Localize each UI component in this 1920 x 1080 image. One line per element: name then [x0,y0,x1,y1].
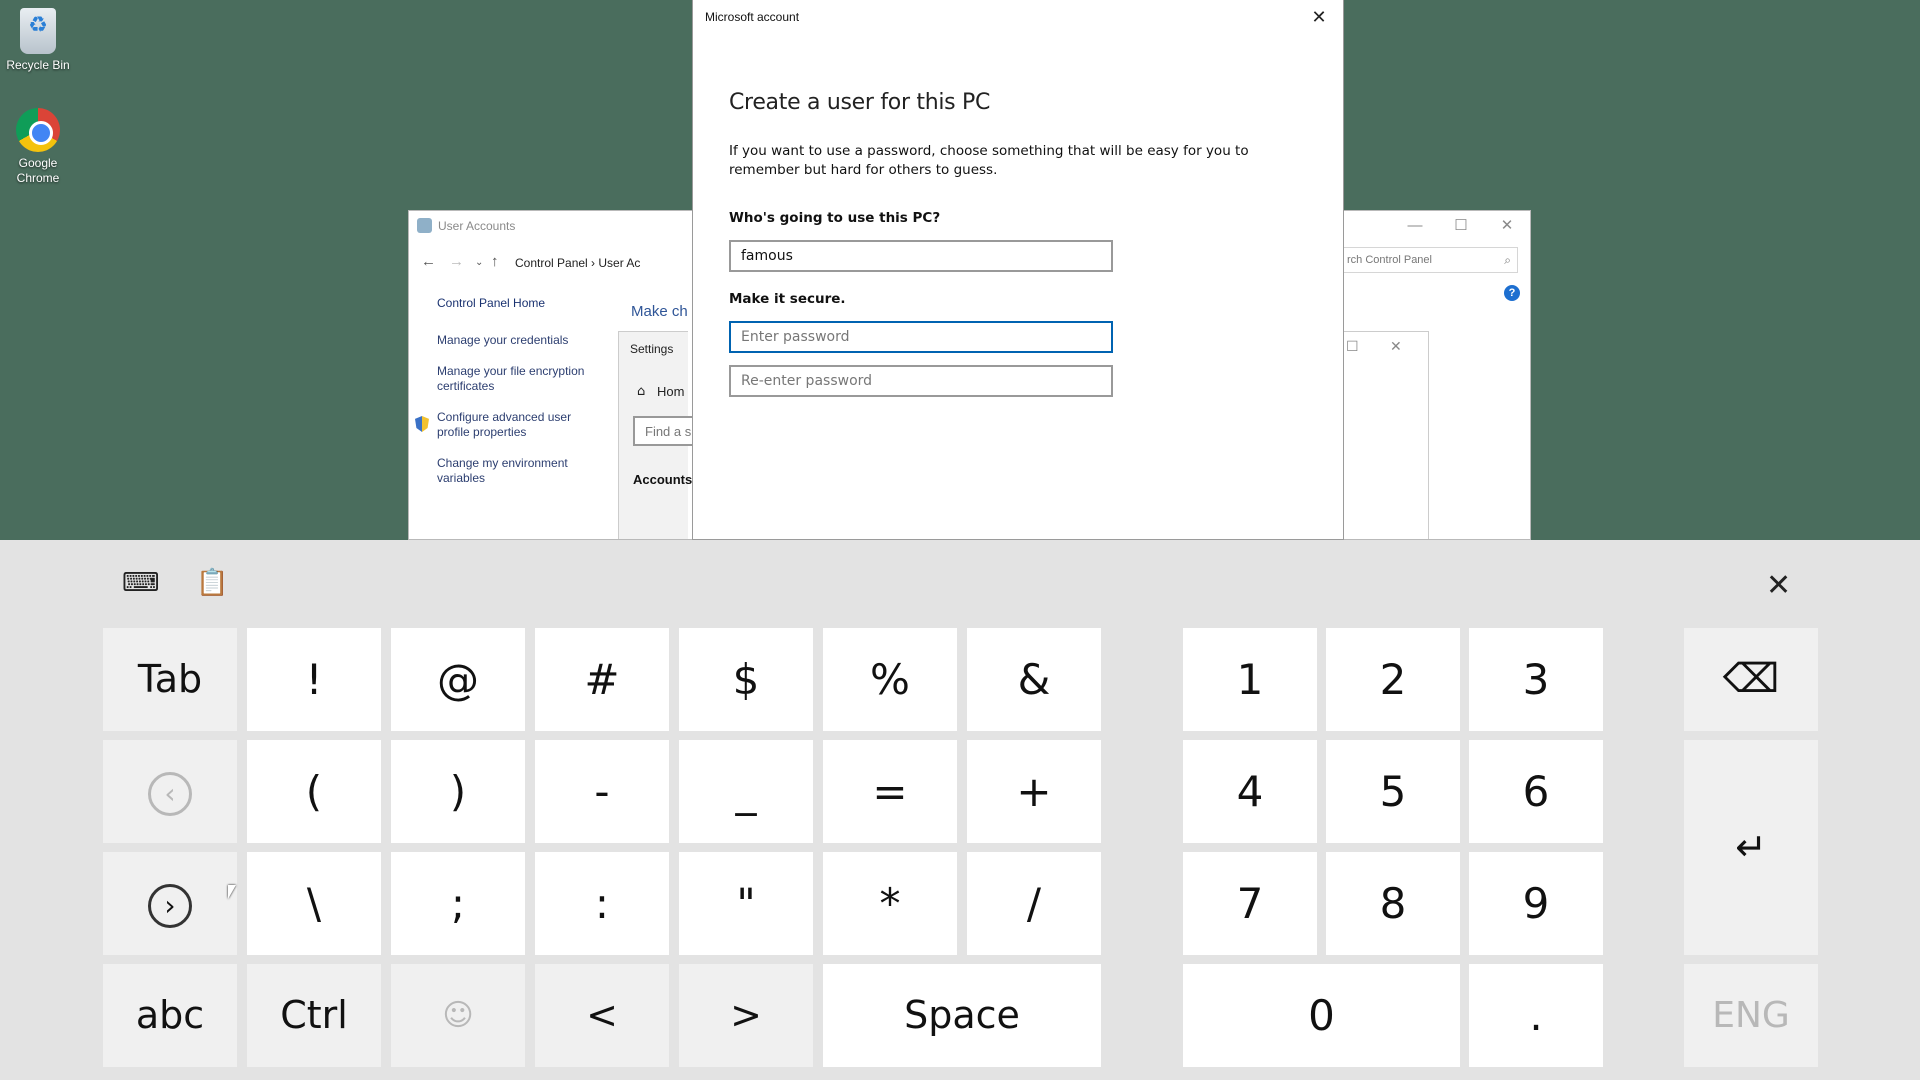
settings-accounts-heading: Accounts [633,472,693,487]
key-2[interactable]: 2 [1326,628,1460,731]
ua-main-heading: Make ch [631,303,688,320]
forward-arrow-icon[interactable]: → [449,253,464,270]
key-backslash[interactable]: \ [247,852,381,955]
close-keyboard-icon[interactable]: ✕ [1766,568,1791,603]
search-placeholder: rch Control Panel [1347,254,1432,266]
control-panel-home-link[interactable]: Control Panel Home [437,296,587,311]
key-left-arrow[interactable]: < [535,964,669,1067]
backspace-icon: ⌫ [1722,656,1780,702]
key-emoji[interactable]: ☺ [391,964,525,1067]
chrome-icon [16,108,60,152]
ua-title: User Accounts [438,219,516,233]
close-icon[interactable]: ✕ [1390,338,1402,355]
chevron-right-circle-icon: › [148,883,192,928]
recycle-bin-label: Recycle Bin [6,58,70,72]
key-asterisk[interactable]: * [823,852,957,955]
key-percent[interactable]: % [823,628,957,731]
key-7[interactable]: 7 [1183,852,1317,955]
search-icon: ⌕ [1504,253,1511,267]
settings-home-label: Hom [657,384,685,399]
recent-chevron-icon[interactable]: ⌄ [475,257,483,268]
key-4[interactable]: 4 [1183,740,1317,843]
clipboard-icon[interactable]: 📋 [196,568,228,598]
key-ctrl[interactable]: Ctrl [247,964,381,1067]
key-0[interactable]: 0 [1183,964,1460,1067]
emoji-icon: ☺ [442,998,474,1033]
dialog-description: If you want to use a password, choose so… [729,143,1249,178]
key-hash[interactable]: # [535,628,669,731]
user-accounts-icon [417,218,432,233]
ua-sidebar: Control Panel Home Manage your credentia… [415,296,587,502]
key-1[interactable]: 1 [1183,628,1317,731]
uac-shield-icon [415,416,429,432]
secure-label: Make it secure. [729,291,846,307]
key-minus[interactable]: - [535,740,669,843]
key-at[interactable]: @ [391,628,525,731]
enter-icon: ↵ [1735,825,1767,869]
key-dollar[interactable]: $ [679,628,813,731]
key-3[interactable]: 3 [1469,628,1603,731]
key-9[interactable]: 9 [1469,852,1603,955]
home-icon: ⌂ [637,384,646,399]
key-period[interactable]: . [1469,964,1603,1067]
help-icon[interactable]: ? [1504,285,1520,301]
key-plus[interactable]: + [967,740,1101,843]
settings-title: Settings [630,342,674,356]
password-field[interactable] [729,321,1113,353]
reenter-password-field[interactable] [729,365,1113,397]
close-icon[interactable]: ✕ [1305,4,1333,30]
control-panel-search[interactable]: rch Control Panel ⌕ [1338,247,1518,273]
settings-window: Settings ⌂ Hom Find a s Accounts [618,331,713,539]
key-5[interactable]: 5 [1326,740,1460,843]
chevron-left-circle-icon: ‹ [148,771,192,816]
microsoft-account-dialog: Microsoft account ✕ Create a user for th… [692,0,1344,540]
key-prev-page[interactable]: ‹ [103,740,237,843]
key-6[interactable]: 6 [1469,740,1603,843]
key-slash[interactable]: / [967,852,1101,955]
sidebar-link-env-vars[interactable]: Change my environment variables [437,456,587,486]
key-backspace[interactable]: ⌫ [1684,628,1818,731]
key-semicolon[interactable]: ; [391,852,525,955]
chrome-shortcut[interactable]: Google Chrome [4,108,72,186]
mouse-cursor [228,885,244,899]
key-colon[interactable]: : [535,852,669,955]
key-equals[interactable]: = [823,740,957,843]
close-icon[interactable]: ✕ [1484,211,1530,241]
settings-search-placeholder: Find a s [645,424,692,439]
dialog-title: Microsoft account [705,10,800,24]
key-8[interactable]: 8 [1326,852,1460,955]
chrome-label: Google Chrome [16,156,60,185]
username-label: Who's going to use this PC? [729,210,941,226]
sidebar-link-encryption[interactable]: Manage your file encryption certificates [437,364,587,394]
key-underscore[interactable]: _ [679,740,813,843]
sidebar-link-profile[interactable]: Configure advanced user profile properti… [437,410,587,440]
sidebar-link-credentials[interactable]: Manage your credentials [437,333,587,348]
touch-keyboard: ⌨ 📋 ✕ Tab ! @ # $ % & ‹ ( ) - _ = + › \ … [0,540,1920,1080]
settings-window-right: ☐ ✕ [1344,331,1429,539]
breadcrumb[interactable]: Control Panel › User Ac [515,256,640,270]
up-arrow-icon[interactable]: ↑ [491,253,499,270]
key-close-paren[interactable]: ) [391,740,525,843]
key-tab[interactable]: Tab [103,628,237,731]
key-exclamation[interactable]: ! [247,628,381,731]
key-open-paren[interactable]: ( [247,740,381,843]
page-title: Create a user for this PC [729,90,991,115]
keyboard-settings-icon[interactable]: ⌨ [122,568,160,598]
maximize-icon[interactable]: ☐ [1438,211,1484,241]
username-field[interactable] [729,240,1113,272]
recycle-bin-shortcut[interactable]: Recycle Bin [4,8,72,73]
key-quote[interactable]: " [679,852,813,955]
key-right-arrow[interactable]: > [679,964,813,1067]
minimize-icon[interactable]: — [1392,211,1438,241]
key-abc[interactable]: abc [103,964,237,1067]
recycle-bin-icon [20,8,56,54]
key-enter[interactable]: ↵ [1684,740,1818,955]
key-ampersand[interactable]: & [967,628,1101,731]
settings-home[interactable]: ⌂ Hom [637,384,684,399]
key-next-page[interactable]: › [103,852,237,955]
maximize-icon[interactable]: ☐ [1346,338,1359,355]
back-arrow-icon[interactable]: ← [421,253,436,270]
key-space[interactable]: Space [823,964,1101,1067]
key-language[interactable]: ENG [1684,964,1818,1067]
